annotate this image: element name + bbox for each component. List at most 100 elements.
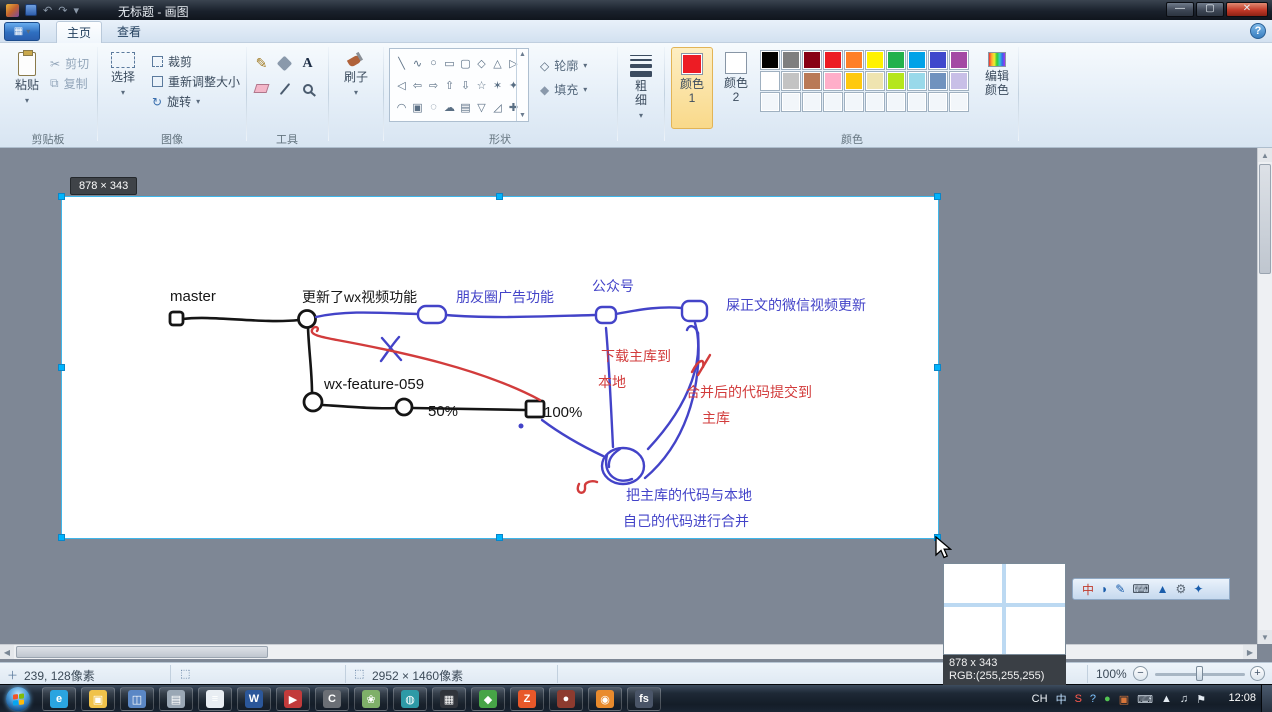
selection-handle[interactable]: [496, 534, 503, 541]
tray-icon[interactable]: ▣: [1119, 693, 1129, 706]
help-icon[interactable]: ?: [1250, 23, 1266, 39]
taskbar-app[interactable]: ◫: [120, 687, 154, 711]
langbar-icon[interactable]: ▲: [1157, 582, 1169, 596]
selection-handle[interactable]: [934, 193, 941, 200]
scroll-right-icon[interactable]: ▶: [1243, 645, 1257, 659]
langbar-icon[interactable]: ⌨: [1132, 582, 1149, 596]
resize-button[interactable]: 重新调整大小: [152, 73, 240, 90]
vertical-scrollbar[interactable]: ▲ ▼: [1257, 148, 1272, 644]
shape-option[interactable]: △: [490, 52, 505, 74]
pencil-tool-icon[interactable]: ✎: [256, 55, 268, 72]
copy-button[interactable]: ⧉ 复制: [50, 75, 88, 92]
palette-swatch[interactable]: [844, 92, 864, 112]
taskbar-app[interactable]: ▦: [432, 687, 466, 711]
menu-button[interactable]: ▦ ▾: [4, 22, 40, 41]
tray-icon[interactable]: ?: [1090, 693, 1096, 705]
outline-button[interactable]: ◇ 轮廓 ▾: [540, 57, 587, 74]
shape-option[interactable]: ▽: [474, 96, 489, 118]
shape-option[interactable]: ☆: [474, 74, 489, 96]
tray-icon[interactable]: CH: [1032, 693, 1048, 705]
shape-option[interactable]: ⇨: [426, 74, 441, 96]
edit-colors-button[interactable]: 编辑颜色: [977, 47, 1017, 129]
shape-option[interactable]: ▢: [458, 52, 473, 74]
taskbar-app[interactable]: Z: [510, 687, 544, 711]
vertical-scroll-thumb[interactable]: [1259, 164, 1271, 274]
palette-swatch[interactable]: [760, 71, 780, 91]
shape-option[interactable]: ○: [426, 52, 441, 74]
shape-option[interactable]: ☁: [442, 96, 457, 118]
palette-swatch[interactable]: [781, 50, 801, 70]
selection-handle[interactable]: [58, 193, 65, 200]
tab-home[interactable]: 主页: [56, 21, 102, 43]
text-tool-icon[interactable]: A: [302, 56, 312, 72]
shape-option[interactable]: ╲: [394, 52, 409, 74]
palette-swatch[interactable]: [760, 92, 780, 112]
langbar-icon[interactable]: ✎: [1115, 582, 1125, 596]
shape-option[interactable]: ⇧: [442, 74, 457, 96]
close-button[interactable]: ✕: [1226, 2, 1268, 17]
tray-icon[interactable]: ⚑: [1196, 693, 1206, 706]
taskbar-app[interactable]: ◆: [471, 687, 505, 711]
maximize-button[interactable]: ▢: [1196, 2, 1224, 17]
scroll-up-icon[interactable]: ▲: [1258, 148, 1272, 162]
tray-icon[interactable]: ♫: [1180, 693, 1188, 705]
palette-swatch[interactable]: [949, 50, 969, 70]
magnifier-tool-icon[interactable]: [302, 83, 313, 94]
scroll-down-icon[interactable]: ▼: [1258, 630, 1272, 644]
show-desktop-button[interactable]: [1261, 685, 1272, 712]
taskbar-app[interactable]: ▤: [159, 687, 193, 711]
zoom-out-button[interactable]: −: [1133, 666, 1148, 681]
palette-swatch[interactable]: [781, 92, 801, 112]
palette-swatch[interactable]: [865, 50, 885, 70]
select-button[interactable]: 选择 ▾: [101, 47, 145, 129]
palette-swatch[interactable]: [760, 50, 780, 70]
fill-tool-icon[interactable]: [276, 55, 293, 72]
selection-handle[interactable]: [58, 364, 65, 371]
size-button[interactable]: 粗细 ▾: [620, 47, 662, 129]
taskbar-app[interactable]: ≡: [198, 687, 232, 711]
crop-button[interactable]: 裁剪: [152, 53, 192, 70]
selection-handle[interactable]: [58, 534, 65, 541]
tray-icon[interactable]: S: [1075, 693, 1082, 705]
tray-icon[interactable]: ▲: [1161, 693, 1172, 705]
redo-icon[interactable]: ↷: [58, 4, 67, 17]
shape-option[interactable]: ◠: [394, 96, 409, 118]
taskbar-app[interactable]: ▣: [81, 687, 115, 711]
shapes-scroll[interactable]: ▲ ▼: [516, 49, 528, 121]
shape-fill-button[interactable]: ◆ 填充 ▾: [540, 81, 587, 98]
start-button[interactable]: [6, 687, 30, 711]
shape-option[interactable]: ⇩: [458, 74, 473, 96]
selection-handle[interactable]: [496, 193, 503, 200]
taskbar-app[interactable]: ◍: [393, 687, 427, 711]
palette-swatch[interactable]: [886, 92, 906, 112]
palette-swatch[interactable]: [865, 92, 885, 112]
color1-button[interactable]: 颜色1: [671, 47, 713, 129]
langbar-icon[interactable]: ⚙: [1176, 582, 1187, 596]
tray-icon[interactable]: 中: [1056, 691, 1067, 707]
palette-swatch[interactable]: [907, 50, 927, 70]
langbar-icon[interactable]: ✦: [1193, 582, 1203, 596]
tray-icon[interactable]: ⌨: [1137, 693, 1153, 706]
palette-swatch[interactable]: [907, 92, 927, 112]
taskbar-app[interactable]: ▶: [276, 687, 310, 711]
langbar-icon[interactable]: ◗: [1101, 582, 1108, 596]
shape-option[interactable]: ◌: [426, 96, 441, 118]
shape-option[interactable]: ◿: [490, 96, 505, 118]
palette-swatch[interactable]: [802, 50, 822, 70]
horizontal-scrollbar[interactable]: ◀ ▶: [0, 644, 1257, 659]
taskbar-app[interactable]: ●: [549, 687, 583, 711]
palette-swatch[interactable]: [823, 71, 843, 91]
shape-option[interactable]: ◇: [474, 52, 489, 74]
palette-swatch[interactable]: [907, 71, 927, 91]
taskbar-app[interactable]: C: [315, 687, 349, 711]
undo-icon[interactable]: ↶: [43, 4, 52, 17]
eraser-tool-icon[interactable]: [253, 84, 270, 93]
paste-button[interactable]: 粘贴 ▾: [5, 47, 49, 129]
rotate-button[interactable]: ↻ 旋转 ▾: [152, 93, 200, 110]
qat-dropdown-icon[interactable]: ▾: [73, 4, 79, 17]
selection-handle[interactable]: [934, 364, 941, 371]
shape-option[interactable]: ⇦: [410, 74, 425, 96]
shape-option[interactable]: ▣: [410, 96, 425, 118]
shape-option[interactable]: ▭: [442, 52, 457, 74]
taskbar-app[interactable]: e: [42, 687, 76, 711]
